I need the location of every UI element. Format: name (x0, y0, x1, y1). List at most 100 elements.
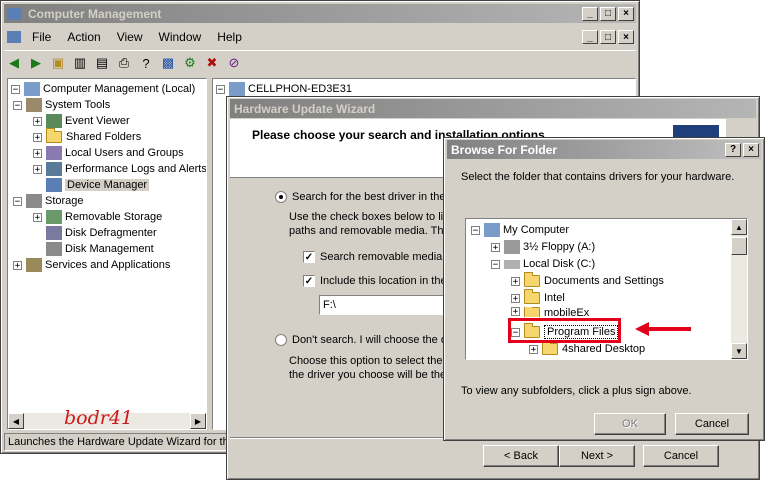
tree-item-system-tools[interactable]: − System Tools (13, 97, 110, 113)
device-root[interactable]: − CELLPHON-ED3E31 (216, 81, 352, 97)
search-description-2: paths and removable media. The (289, 225, 450, 237)
tree-item-disk-defragmenter[interactable]: Disk Defragmenter (46, 225, 157, 241)
folder-label: My Computer (503, 224, 570, 236)
browse-hint: To view any subfolders, click a plus sig… (461, 385, 692, 397)
tree-label: Event Viewer (65, 115, 130, 127)
child-minimize-button[interactable]: _ (582, 30, 598, 44)
expand-icon[interactable]: + (33, 116, 42, 126)
tree-item-device-manager[interactable]: Device Manager (46, 177, 150, 193)
help-icon[interactable]: ? (136, 53, 156, 73)
back-button[interactable]: < Back (483, 445, 559, 467)
close-button[interactable]: × (618, 6, 634, 21)
menu-window[interactable]: Window (151, 30, 210, 44)
help-button[interactable]: ? (725, 142, 741, 157)
collapse-icon[interactable]: − (216, 84, 225, 94)
folder-item-my-computer[interactable]: − My Computer (471, 222, 569, 238)
cm-titlebar[interactable]: Computer Management _ □ × (4, 4, 636, 23)
up-folder-icon[interactable]: ▣ (48, 53, 68, 73)
menu-view[interactable]: View (109, 30, 151, 44)
tree-item-shared-folders[interactable]: + Shared Folders (33, 128, 142, 145)
computer-icon (24, 82, 40, 96)
disable-icon[interactable]: ⊘ (224, 53, 244, 73)
wizard-cancel-button[interactable]: Cancel (643, 445, 719, 467)
next-button[interactable]: Next > (559, 445, 635, 467)
collapse-icon[interactable]: − (13, 100, 22, 110)
cm-menubar: File Action View Window Help _ □ × (4, 27, 636, 47)
checkbox-control[interactable]: ✓ (303, 251, 315, 263)
checkbox-control[interactable]: ✓ (303, 275, 315, 287)
forward-arrow-icon[interactable]: ▶ (26, 53, 46, 73)
back-arrow-icon[interactable]: ◀ (4, 53, 24, 73)
wizard-titlebar[interactable]: Hardware Update Wizard (230, 99, 756, 118)
folder-icon (46, 128, 62, 143)
maximize-button[interactable]: □ (600, 6, 616, 21)
collapse-icon[interactable]: − (11, 84, 20, 94)
folder-item-documents[interactable]: + Documents and Settings (511, 272, 664, 289)
floppy-drive-icon (504, 240, 520, 254)
expand-icon[interactable]: + (33, 164, 42, 174)
scan-hardware-icon[interactable]: ▩ (158, 53, 178, 73)
folder-item-intel[interactable]: + Intel (511, 289, 565, 306)
tree-item-disk-management[interactable]: Disk Management (46, 241, 154, 257)
device-manager-icon (46, 178, 62, 192)
expand-icon[interactable]: + (511, 307, 520, 317)
collapse-icon[interactable]: − (491, 259, 500, 269)
child-maximize-button[interactable]: □ (600, 30, 616, 44)
radio-dont-search[interactable]: Don't search. I will choose the d (275, 332, 447, 348)
tree-item-event-viewer[interactable]: + Event Viewer (33, 113, 130, 129)
tree-label: Performance Logs and Alerts (65, 163, 207, 175)
browse-title: Browse For Folder (451, 142, 558, 157)
ok-button[interactable]: OK (594, 413, 666, 435)
tree-item-storage[interactable]: − Storage (13, 193, 84, 209)
expand-icon[interactable]: + (33, 212, 42, 222)
tree-label: Shared Folders (66, 131, 142, 143)
radio-search[interactable]: Search for the best driver in thes (275, 189, 451, 205)
scroll-thumb[interactable] (731, 237, 747, 255)
collapse-icon[interactable]: − (13, 196, 22, 206)
browse-titlebar[interactable]: Browse For Folder ? × (447, 140, 761, 159)
child-close-button[interactable]: × (618, 30, 634, 44)
update-driver-icon[interactable]: ⚙ (180, 53, 200, 73)
performance-icon (46, 162, 62, 176)
expand-icon[interactable]: + (491, 242, 500, 252)
expand-icon[interactable]: + (33, 148, 42, 158)
folder-item-mobileex[interactable]: + mobileEx (511, 307, 589, 317)
print-icon[interactable]: ⎙ (114, 53, 134, 73)
browse-cancel-button[interactable]: Cancel (675, 413, 749, 435)
expand-icon[interactable]: + (33, 132, 42, 142)
tree-item-local-users[interactable]: + Local Users and Groups (33, 145, 184, 161)
show-tree-icon[interactable]: ▥ (70, 53, 90, 73)
scroll-right-icon[interactable]: ▶ (190, 413, 206, 429)
minimize-button[interactable]: _ (582, 6, 598, 21)
tree-item-root[interactable]: − Computer Management (Local) (11, 81, 195, 97)
location-path-field[interactable]: F:\ (319, 295, 449, 315)
checkbox-removable-media[interactable]: ✓ Search removable media ( (303, 249, 449, 265)
browse-close-button[interactable]: × (743, 142, 759, 157)
folder-item-floppy[interactable]: +3½ Floppy (A:) (491, 239, 595, 255)
folder-tree-vscrollbar[interactable]: ▲ ▼ (731, 219, 747, 359)
expand-icon[interactable]: + (529, 344, 538, 354)
radio-search-control[interactable] (275, 191, 287, 203)
tree-item-services[interactable]: + Services and Applications (13, 257, 170, 273)
menu-action[interactable]: Action (59, 30, 108, 44)
expand-icon[interactable]: + (511, 293, 520, 303)
wizard-title: Hardware Update Wizard (234, 101, 376, 116)
uninstall-icon[interactable]: ✖ (202, 53, 222, 73)
cm-tree-pane[interactable]: − Computer Management (Local) − System Too… (7, 78, 207, 430)
scroll-down-icon[interactable]: ▼ (731, 343, 747, 359)
scroll-up-icon[interactable]: ▲ (731, 219, 747, 235)
menu-file[interactable]: File (24, 30, 59, 44)
collapse-icon[interactable]: − (471, 225, 480, 235)
checkbox-include-location[interactable]: ✓ Include this location in the (303, 273, 447, 289)
folder-item-4shared[interactable]: +4shared Desktop (529, 340, 645, 357)
radio-dont-search-control[interactable] (275, 334, 287, 346)
tree-item-performance[interactable]: + Performance Logs and Alerts (33, 161, 207, 177)
expand-icon[interactable]: + (511, 276, 520, 286)
tree-item-removable-storage[interactable]: + Removable Storage (33, 209, 162, 225)
expand-icon[interactable]: + (13, 260, 22, 270)
properties-icon[interactable]: ▤ (92, 53, 112, 73)
folder-label: Local Disk (C:) (523, 258, 596, 270)
folder-item-local-disk[interactable]: − Local Disk (C:) (491, 256, 595, 272)
scroll-left-icon[interactable]: ◀ (8, 413, 24, 429)
menu-help[interactable]: Help (209, 30, 250, 44)
